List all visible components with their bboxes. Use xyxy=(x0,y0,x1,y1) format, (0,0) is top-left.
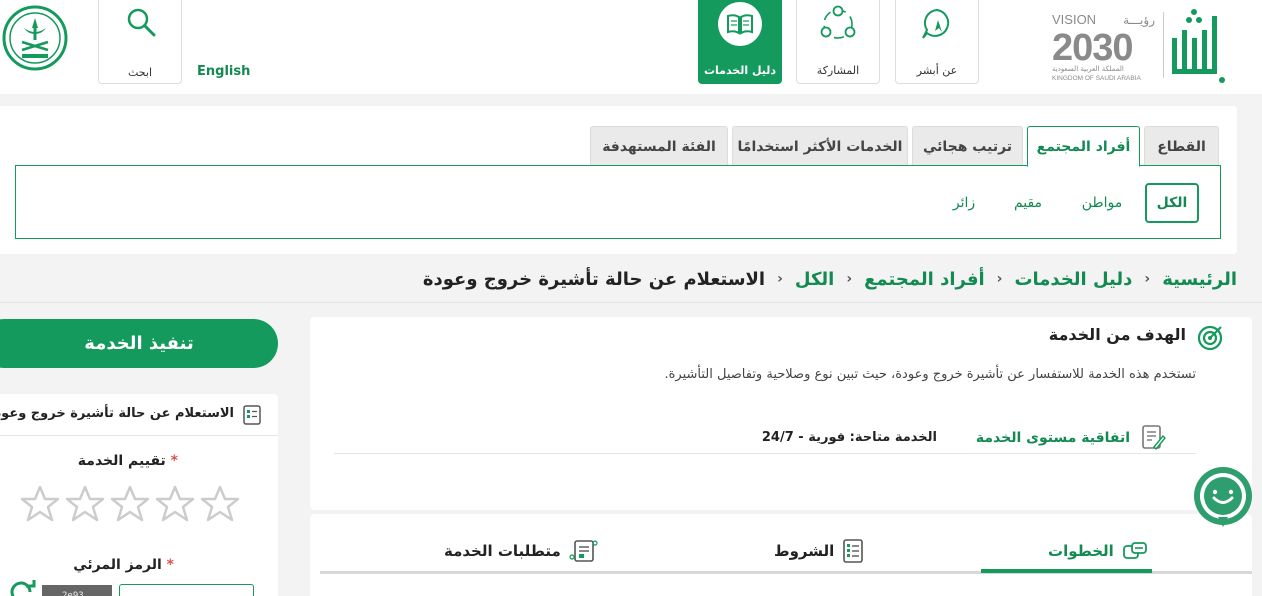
sla-link[interactable]: اتفاقية مستوى الخدمة xyxy=(976,430,1130,446)
steps-icon xyxy=(1122,542,1147,559)
tile-about-absher[interactable]: عن أبشر xyxy=(895,0,979,84)
breadcrumb-separator: › xyxy=(1144,271,1151,287)
breadcrumb: الرئيسية › دليل الخدمات › أفراد المجتمع … xyxy=(423,264,1237,294)
rating-label-text: تقييم الخدمة xyxy=(77,453,166,469)
breadcrumb-all[interactable]: الكل xyxy=(795,269,834,290)
vision-arabic-text: رؤيـــة xyxy=(1123,13,1155,28)
tab-target-group[interactable]: الفئة المستهدفة xyxy=(590,126,728,166)
tab-conditions-label: الشروط xyxy=(774,542,835,560)
star-icon[interactable] xyxy=(110,484,150,524)
tile-label: دليل الخدمات xyxy=(703,64,777,77)
chip-visitor[interactable]: زائر xyxy=(944,183,984,223)
sidebar-divider xyxy=(0,435,278,436)
chip-all[interactable]: الكل xyxy=(1145,183,1199,223)
tab-sector[interactable]: القطاع xyxy=(1144,126,1219,166)
search-icon xyxy=(127,8,156,37)
captcha-image: 2e93 xyxy=(42,585,112,596)
tab-conditions[interactable]: الشروط xyxy=(774,534,864,568)
star-icon[interactable] xyxy=(155,484,195,524)
captcha-input[interactable] xyxy=(119,584,254,596)
breadcrumb-divider xyxy=(0,302,1262,303)
tile-service-guide[interactable]: دليل الخدمات xyxy=(698,0,782,84)
tab-community-members[interactable]: أفراد المجتمع xyxy=(1027,126,1140,167)
refresh-icon[interactable] xyxy=(8,580,36,596)
goal-description: تستخدم هذه الخدمة للاستفسار عن تأشيرة خر… xyxy=(664,367,1196,382)
breadcrumb-separator: › xyxy=(996,271,1003,287)
tile-participation[interactable]: المشاركة xyxy=(796,0,880,84)
captcha-label: الرمز المرئي * xyxy=(73,557,174,573)
kingdom-english-text: KINGDOM OF SAUDI ARABIA xyxy=(1052,75,1142,82)
tab-alphabetical[interactable]: ترتيب هجائي xyxy=(912,126,1023,166)
breadcrumb-home[interactable]: الرئيسية xyxy=(1162,269,1237,290)
chips-container: الكل مواطن مقيم زائر xyxy=(15,165,1221,239)
required-mark: * xyxy=(166,557,174,573)
tab-steps-label: الخطوات xyxy=(1048,542,1114,560)
tab-most-used[interactable]: الخدمات الأكثر استخدامًا xyxy=(732,126,908,166)
requirements-icon xyxy=(569,540,598,562)
active-tab-indicator xyxy=(981,569,1152,573)
chip-resident[interactable]: مقيم xyxy=(1003,183,1053,223)
search-button[interactable]: ابحث xyxy=(98,0,182,84)
tile-label: عن أبشر xyxy=(916,64,958,77)
tab-requirements[interactable]: متطلبات الخدمة xyxy=(444,534,599,568)
service-info-card: الهدف من الخدمة تستخدم هذه الخدمة للاستف… xyxy=(310,317,1252,510)
goal-title: الهدف من الخدمة xyxy=(1048,325,1186,344)
vision-year-text: 2030 xyxy=(1052,27,1133,69)
language-switch-link[interactable]: English xyxy=(197,64,250,79)
book-icon xyxy=(718,2,762,46)
detail-tabs-card: الخطوات الشروط متطلبات الخدمة xyxy=(310,514,1252,596)
tab-steps[interactable]: الخطوات xyxy=(1048,534,1150,568)
vision-text: VISION xyxy=(1052,12,1096,27)
sla-document-icon xyxy=(1142,425,1166,451)
sla-divider xyxy=(334,453,1196,454)
star-icon[interactable] xyxy=(200,484,240,524)
execute-service-button[interactable]: تنفيذ الخدمة xyxy=(0,319,278,368)
search-label: ابحث xyxy=(127,66,153,79)
service-doc-icon xyxy=(243,405,261,425)
required-mark: * xyxy=(170,453,178,469)
breadcrumb-separator: › xyxy=(846,271,853,287)
vision-2030-logo: VISION رؤيـــة 2030 المملكة العربية السع… xyxy=(1050,10,1160,82)
breadcrumb-service-guide[interactable]: دليل الخدمات xyxy=(1014,269,1132,290)
people-icon xyxy=(820,5,856,39)
target-icon xyxy=(1197,325,1223,351)
captcha-label-text: الرمز المرئي xyxy=(73,557,162,573)
rating-label: تقييم الخدمة * xyxy=(78,453,178,469)
filter-panel: القطاع أفراد المجتمع ترتيب هجائي الخدمات… xyxy=(0,106,1237,254)
rating-stars xyxy=(20,484,240,530)
sla-availability: الخدمة متاحة: فورية - 24/7 xyxy=(761,430,937,445)
breadcrumb-community-members[interactable]: أفراد المجتمع xyxy=(864,269,985,290)
top-header: ابحث English دليل الخدمات المشاركة عن أب… xyxy=(0,0,1262,94)
chat-support-icon[interactable] xyxy=(1192,467,1254,529)
star-icon[interactable] xyxy=(20,484,60,524)
service-sidebar-card: الاستعلام عن حالة تأشيرة خروج وعودة تقيي… xyxy=(0,394,278,596)
tile-label: المشاركة xyxy=(816,64,860,77)
checklist-icon xyxy=(843,539,864,563)
breadcrumb-separator: › xyxy=(777,271,783,287)
breadcrumb-current: الاستعلام عن حالة تأشيرة خروج وعودة xyxy=(422,268,766,290)
captcha-text: 2e93 xyxy=(62,591,84,596)
tab-requirements-label: متطلبات الخدمة xyxy=(444,542,561,560)
star-icon[interactable] xyxy=(65,484,105,524)
logo-divider xyxy=(1163,12,1164,78)
kingdom-arabic-text: المملكة العربية السعودية xyxy=(1052,65,1124,73)
chat-pin-icon xyxy=(922,8,950,39)
chip-citizen[interactable]: مواطن xyxy=(1072,183,1132,223)
sidebar-service-title: الاستعلام عن حالة تأشيرة خروج وعودة xyxy=(0,406,234,421)
absher-logo[interactable] xyxy=(1168,8,1230,84)
ministry-emblem-icon[interactable] xyxy=(2,4,68,72)
